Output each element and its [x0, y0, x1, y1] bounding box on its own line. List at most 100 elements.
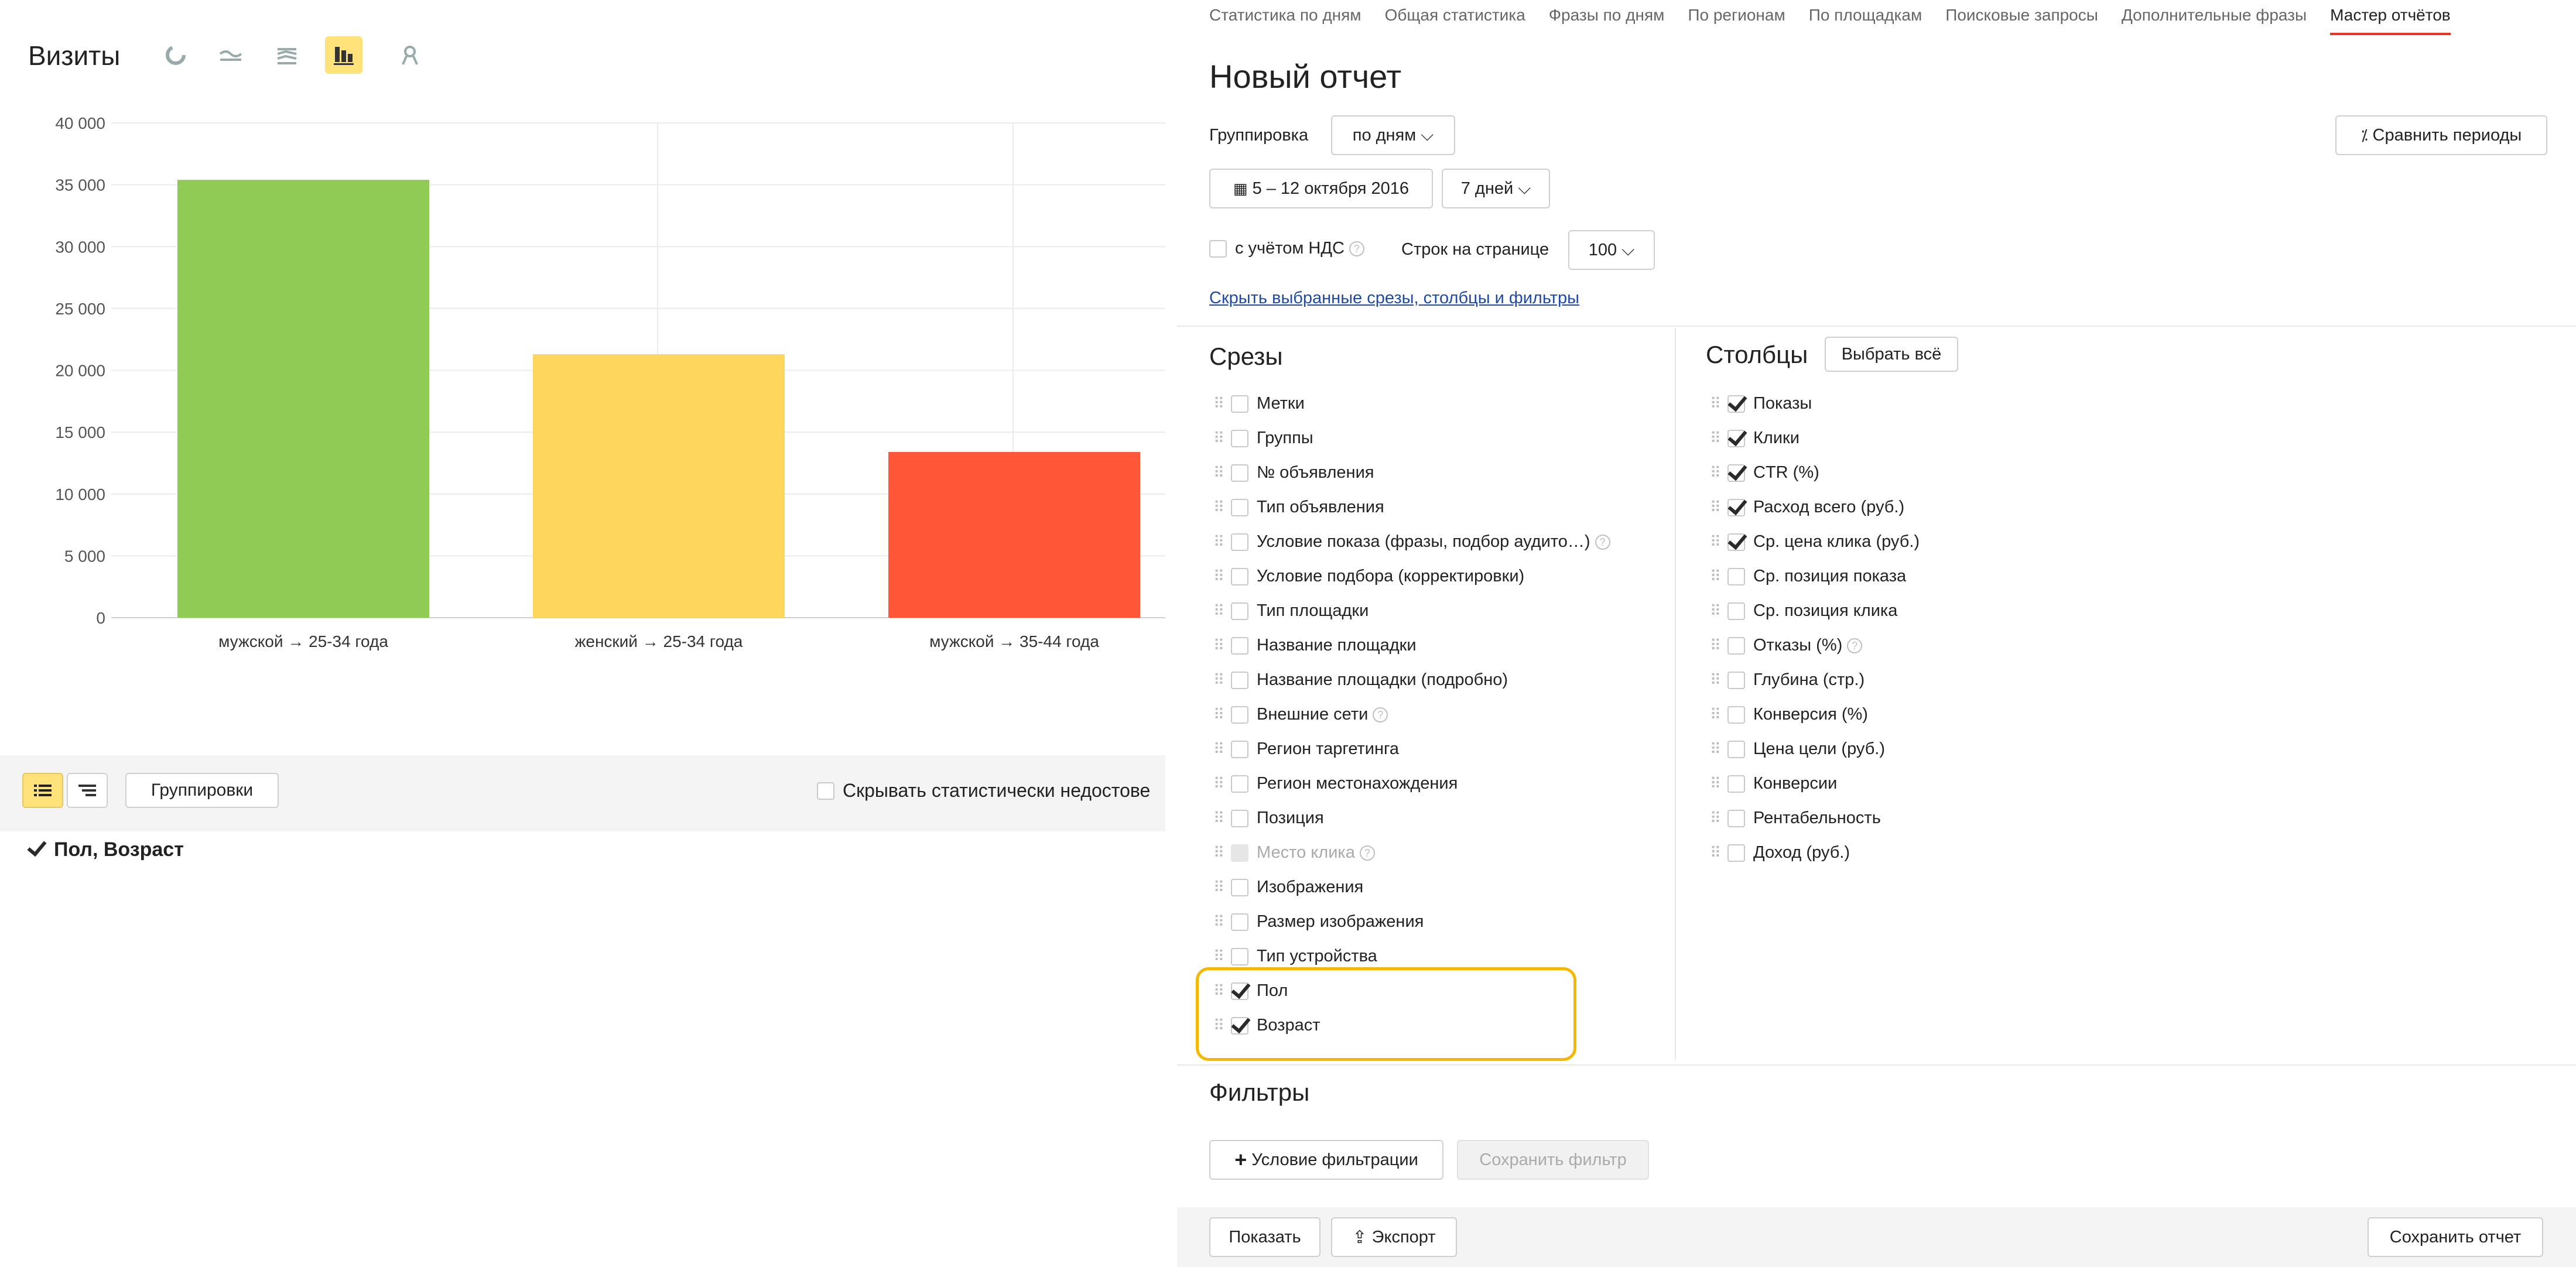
tree-view-button[interactable] — [67, 773, 108, 808]
drag-handle-icon[interactable]: ⠿ — [1213, 567, 1231, 585]
period-select[interactable]: 7 дней ⌵ — [1442, 169, 1550, 208]
columns-checkbox[interactable] — [1727, 567, 1745, 585]
drag-handle-icon[interactable]: ⠿ — [1213, 706, 1231, 724]
slices-item[interactable]: ⠿ Внешние сети? — [1213, 697, 1610, 732]
columns-checkbox[interactable] — [1727, 429, 1745, 447]
tab-4[interactable]: По площадкам — [1809, 0, 1922, 35]
slices-item[interactable]: ⠿ № объявления — [1213, 456, 1610, 490]
drag-handle-icon[interactable]: ⠿ — [1213, 809, 1231, 827]
slices-checkbox[interactable] — [1231, 775, 1248, 793]
columns-checkbox[interactable] — [1727, 775, 1745, 793]
drag-handle-icon[interactable]: ⠿ — [1213, 636, 1231, 655]
slices-checkbox[interactable] — [1231, 878, 1248, 896]
slices-item[interactable]: ⠿ Регион местонахождения — [1213, 766, 1610, 801]
columns-checkbox[interactable] — [1727, 740, 1745, 758]
tab-7[interactable]: Мастер отчётов — [2330, 0, 2451, 35]
columns-item[interactable]: ⠿ Отказы (%)? — [1710, 628, 1920, 663]
slices-item[interactable]: ⠿ Изображения — [1213, 870, 1610, 905]
drag-handle-icon[interactable]: ⠿ — [1710, 671, 1727, 689]
columns-item[interactable]: ⠿ CTR (%) — [1710, 456, 1920, 490]
bar[interactable] — [177, 180, 429, 618]
slices-checkbox[interactable] — [1231, 740, 1248, 758]
drag-handle-icon[interactable]: ⠿ — [1213, 429, 1231, 447]
help-icon[interactable]: ? — [1359, 845, 1375, 861]
drag-handle-icon[interactable]: ⠿ — [1213, 878, 1231, 896]
hide-insignificant-checkbox[interactable]: Скрывать статистически недостове — [817, 780, 1150, 802]
columns-checkbox[interactable] — [1727, 464, 1745, 482]
slices-item[interactable]: ⠿ Тип площадки — [1213, 594, 1610, 628]
slices-checkbox[interactable] — [1231, 809, 1248, 827]
drag-handle-icon[interactable]: ⠿ — [1710, 395, 1727, 413]
drag-handle-icon[interactable]: ⠿ — [1213, 395, 1231, 413]
selected-grouping[interactable]: Пол, Возраст — [28, 838, 184, 861]
columns-item[interactable]: ⠿ Глубина (стр.) — [1710, 663, 1920, 697]
pie-chart-icon[interactable] — [157, 36, 194, 74]
tab-5[interactable]: Поисковые запросы — [1945, 0, 2098, 35]
date-range-button[interactable]: ▦ 5 – 12 октября 2016 — [1209, 169, 1433, 208]
slices-item[interactable]: ⠿ Название площадки (подробно) — [1213, 663, 1610, 697]
drag-handle-icon[interactable]: ⠿ — [1213, 498, 1231, 516]
help-icon[interactable]: ? — [1349, 241, 1364, 256]
groupings-button[interactable]: Группировки — [125, 773, 279, 808]
columns-item[interactable]: ⠿ Рентабельность — [1710, 801, 1920, 835]
columns-item[interactable]: ⠿ Клики — [1710, 421, 1920, 456]
export-button[interactable]: ⇪ Экспорт — [1331, 1217, 1457, 1257]
columns-checkbox[interactable] — [1727, 636, 1745, 655]
drag-handle-icon[interactable]: ⠿ — [1710, 464, 1727, 482]
help-icon[interactable]: ? — [1373, 707, 1388, 722]
columns-item[interactable]: ⠿ Конверсия (%) — [1710, 697, 1920, 732]
columns-item[interactable]: ⠿ Ср. цена клика (руб.) — [1710, 525, 1920, 559]
slices-item[interactable]: ⠿ Позиция — [1213, 801, 1610, 835]
drag-handle-icon[interactable]: ⠿ — [1213, 602, 1231, 620]
columns-item[interactable]: ⠿ Конверсии — [1710, 766, 1920, 801]
drag-handle-icon[interactable]: ⠿ — [1710, 706, 1727, 724]
slices-item[interactable]: ⠿ Место клика? — [1213, 835, 1610, 870]
slices-item[interactable]: ⠿ Группы — [1213, 421, 1610, 456]
slices-checkbox[interactable] — [1231, 947, 1248, 965]
columns-checkbox[interactable] — [1727, 671, 1745, 689]
slices-item[interactable]: ⠿ Условие показа (фразы, подбор аудито…)? — [1213, 525, 1610, 559]
tab-0[interactable]: Статистика по дням — [1209, 0, 1361, 35]
help-icon[interactable]: ? — [1595, 534, 1610, 550]
tab-3[interactable]: По регионам — [1688, 0, 1785, 35]
tab-6[interactable]: Дополнительные фразы — [2122, 0, 2307, 35]
save-report-button[interactable]: Сохранить отчет — [2368, 1217, 2543, 1257]
columns-checkbox[interactable] — [1727, 498, 1745, 516]
drag-handle-icon[interactable]: ⠿ — [1710, 740, 1727, 758]
area-chart-icon[interactable] — [268, 36, 306, 74]
drag-handle-icon[interactable]: ⠿ — [1213, 913, 1231, 931]
select-all-button[interactable]: Выбрать всё — [1825, 337, 1958, 372]
slices-item[interactable]: ⠿ Название площадки — [1213, 628, 1610, 663]
columns-item[interactable]: ⠿ Расход всего (руб.) — [1710, 490, 1920, 525]
slices-item[interactable]: ⠿ Регион таргетинга — [1213, 732, 1610, 766]
slices-checkbox[interactable] — [1231, 913, 1248, 931]
help-icon[interactable]: ? — [1847, 638, 1863, 653]
columns-checkbox[interactable] — [1727, 533, 1745, 551]
slices-item[interactable]: ⠿ Размер изображения — [1213, 905, 1610, 939]
slices-checkbox[interactable] — [1231, 567, 1248, 585]
rows-per-page-select[interactable]: 100 ⌵ — [1568, 230, 1655, 270]
slices-checkbox[interactable] — [1231, 395, 1248, 413]
drag-handle-icon[interactable]: ⠿ — [1710, 429, 1727, 447]
tab-2[interactable]: Фразы по дням — [1549, 0, 1665, 35]
drag-handle-icon[interactable]: ⠿ — [1213, 533, 1231, 551]
columns-item[interactable]: ⠿ Доход (руб.) — [1710, 835, 1920, 870]
drag-handle-icon[interactable]: ⠿ — [1213, 775, 1231, 793]
slices-item[interactable]: ⠿ Тип объявления — [1213, 490, 1610, 525]
drag-handle-icon[interactable]: ⠿ — [1213, 740, 1231, 758]
drag-handle-icon[interactable]: ⠿ — [1213, 464, 1231, 482]
drag-handle-icon[interactable]: ⠿ — [1710, 602, 1727, 620]
slices-item[interactable]: ⠿ Метки — [1213, 386, 1610, 421]
slices-checkbox[interactable] — [1231, 636, 1248, 655]
compare-periods-button[interactable]: ⁒ Сравнить периоды — [2335, 115, 2547, 155]
add-filter-button[interactable]: + Условие фильтрации — [1209, 1140, 1443, 1180]
vat-checkbox[interactable]: с учётом НДС ? — [1209, 239, 1364, 258]
columns-item[interactable]: ⠿ Ср. позиция показа — [1710, 559, 1920, 594]
columns-item[interactable]: ⠿ Показы — [1710, 386, 1920, 421]
hide-selected-link[interactable]: Скрыть выбранные срезы, столбцы и фильтр… — [1209, 289, 1579, 308]
drag-handle-icon[interactable]: ⠿ — [1710, 636, 1727, 655]
map-pin-icon[interactable] — [391, 36, 429, 74]
line-chart-icon[interactable] — [212, 36, 249, 74]
columns-checkbox[interactable] — [1727, 395, 1745, 413]
drag-handle-icon[interactable]: ⠿ — [1710, 498, 1727, 516]
